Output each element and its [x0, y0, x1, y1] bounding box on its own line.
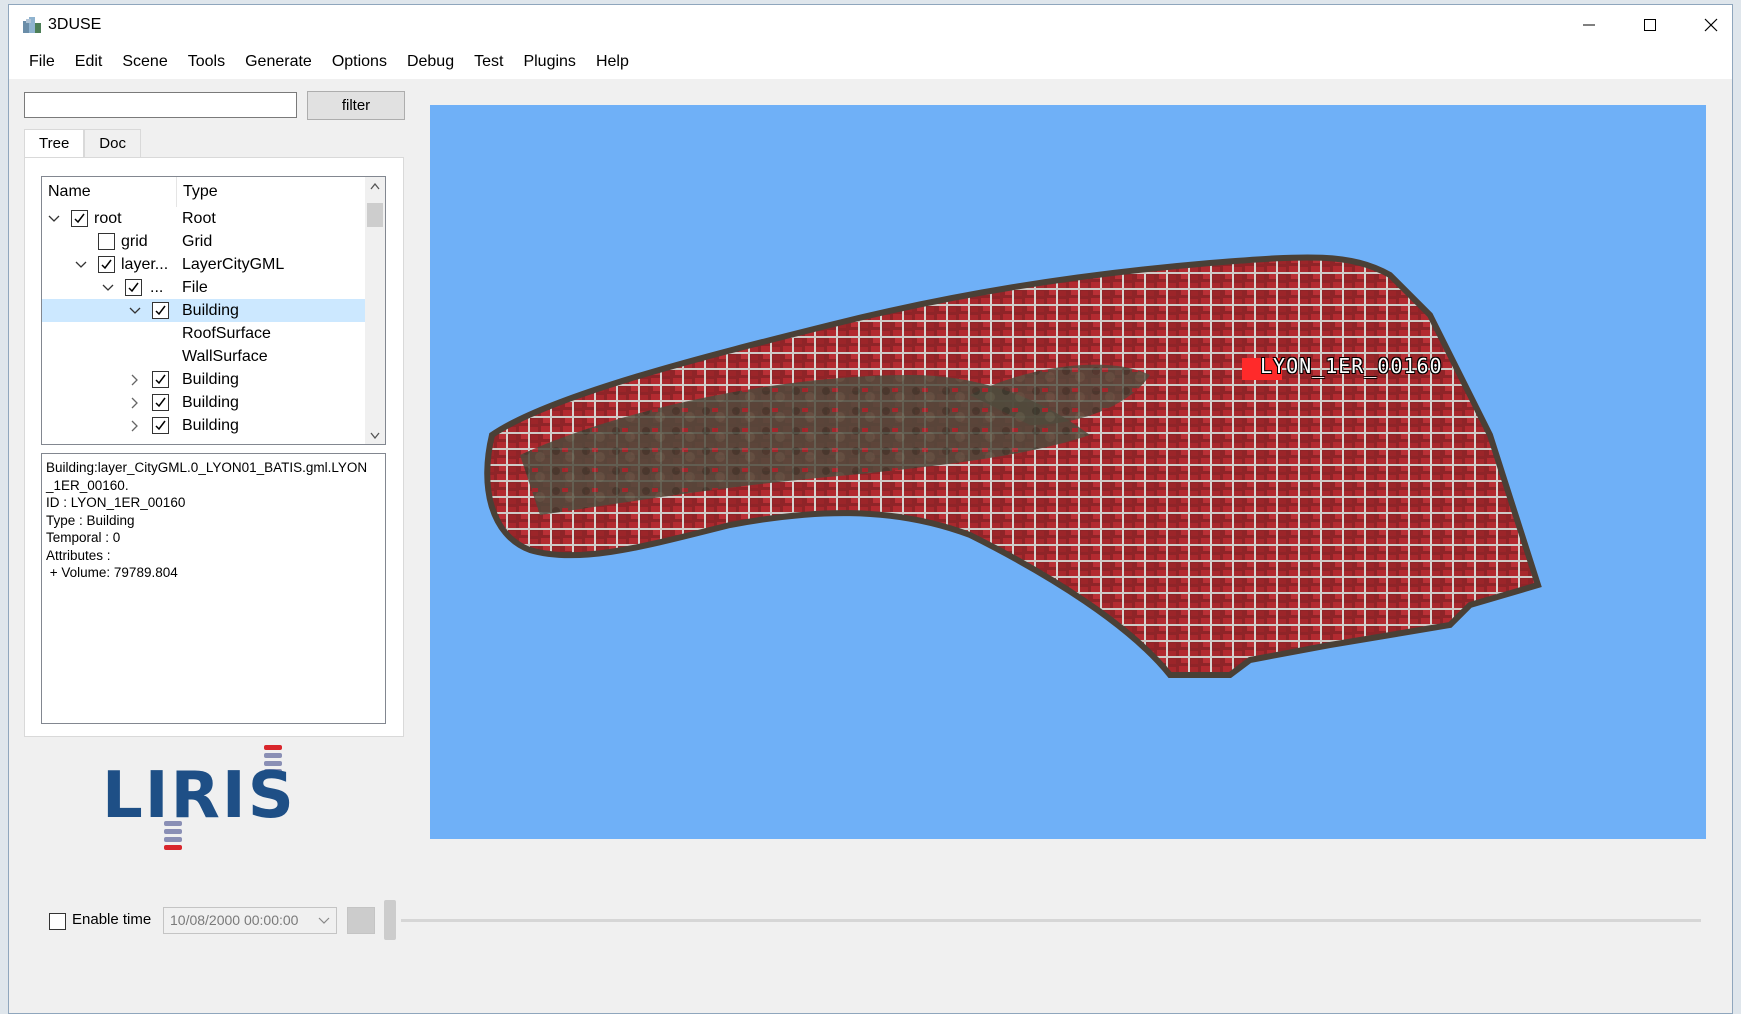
- chevron-right-icon[interactable]: [128, 391, 142, 414]
- info-line: Attributes :: [46, 547, 111, 563]
- maximize-icon: [1644, 19, 1656, 31]
- logo-text: LIRIS: [102, 759, 296, 833]
- time-play-button[interactable]: [347, 907, 375, 934]
- tree-scrollbar[interactable]: [365, 177, 385, 444]
- tree-row-type: WallSurface: [182, 348, 268, 365]
- checkbox-building[interactable]: [152, 417, 169, 434]
- enable-time-checkbox[interactable]: [49, 913, 66, 930]
- menu-help[interactable]: Help: [586, 47, 639, 77]
- close-icon: [1704, 18, 1718, 32]
- filter-input[interactable]: [24, 92, 297, 118]
- tab-doc[interactable]: Doc: [84, 129, 141, 157]
- tree-row-layer[interactable]: layer... LayerCityGML: [42, 253, 365, 276]
- scene-tree[interactable]: Name Type root Root grid Grid layer... L…: [41, 176, 386, 445]
- checkbox-file[interactable]: [125, 279, 142, 296]
- checkbox-layer[interactable]: [98, 256, 115, 273]
- tab-tree[interactable]: Tree: [24, 129, 85, 158]
- tree-row-wallsurface[interactable]: WallSurface: [42, 345, 365, 368]
- window-title: 3DUSE: [48, 16, 102, 33]
- tree-row-file[interactable]: ... File: [42, 276, 365, 299]
- scroll-thumb[interactable]: [367, 203, 383, 227]
- tab-bar: Tree Doc: [24, 129, 141, 158]
- tree-row-type: Building: [182, 371, 239, 388]
- menu-bar: File Edit Scene Tools Generate Options D…: [9, 45, 1732, 79]
- chevron-down-icon[interactable]: [101, 276, 115, 299]
- 3d-viewport[interactable]: LYON_1ER_00160: [430, 105, 1706, 839]
- checkbox-building[interactable]: [152, 302, 169, 319]
- chevron-down-icon[interactable]: [74, 253, 88, 276]
- time-slider-track[interactable]: [401, 919, 1701, 922]
- menu-generate[interactable]: Generate: [235, 47, 322, 77]
- filter-button[interactable]: filter: [307, 91, 405, 120]
- city-model-render: [484, 254, 1542, 678]
- tree-rows: root Root grid Grid layer... LayerCityGM…: [42, 207, 365, 437]
- tree-row-type: RoofSurface: [182, 325, 271, 342]
- tree-row-building[interactable]: Building: [42, 368, 365, 391]
- checkbox-grid[interactable]: [98, 233, 115, 250]
- column-header-type[interactable]: Type: [177, 177, 365, 207]
- time-bar: Enable time 10/08/2000 00:00:00: [9, 900, 1734, 940]
- info-line: Building:layer_CityGML.0_LYON01_BATIS.gm…: [46, 460, 368, 475]
- tree-row-name: root: [94, 210, 122, 227]
- column-header-name[interactable]: Name: [42, 177, 177, 207]
- info-line: Type : Building: [46, 512, 135, 528]
- menu-tools[interactable]: Tools: [178, 47, 235, 77]
- minimize-icon: [1583, 24, 1595, 26]
- info-panel[interactable]: Building:layer_CityGML.0_LYON01_BATIS.gm…: [41, 453, 386, 724]
- chevron-down-icon[interactable]: [128, 299, 142, 322]
- menu-plugins[interactable]: Plugins: [513, 47, 585, 77]
- menu-test[interactable]: Test: [464, 47, 513, 77]
- menu-debug[interactable]: Debug: [397, 47, 464, 77]
- minimize-button[interactable]: [1559, 5, 1619, 45]
- chevron-right-icon[interactable]: [128, 368, 142, 391]
- selected-building-label: LYON_1ER_00160: [1260, 354, 1443, 378]
- checkbox-building[interactable]: [152, 371, 169, 388]
- tree-row-grid[interactable]: grid Grid: [42, 230, 365, 253]
- chevron-down-icon[interactable]: [47, 207, 61, 230]
- tree-row-type: LayerCityGML: [182, 256, 285, 273]
- tree-row-name: ...: [150, 279, 164, 296]
- menu-edit[interactable]: Edit: [65, 47, 113, 77]
- chevron-down-icon[interactable]: [318, 908, 330, 941]
- enable-time-label[interactable]: Enable time: [72, 911, 151, 928]
- info-line: Temporal : 0: [46, 530, 121, 545]
- tree-row-name: grid: [121, 233, 148, 250]
- tree-header: Name Type: [42, 177, 365, 207]
- menu-file[interactable]: File: [19, 47, 65, 77]
- tree-row-building[interactable]: Building: [42, 391, 365, 414]
- maximize-button[interactable]: [1620, 5, 1680, 45]
- info-line: _1ER_00160.: [46, 477, 129, 493]
- date-time-value: 10/08/2000 00:00:00: [170, 912, 299, 928]
- title-bar: 3DUSE: [9, 5, 1732, 45]
- checkbox-building[interactable]: [152, 394, 169, 411]
- tree-row-type: File: [182, 279, 208, 296]
- checkbox-root[interactable]: [71, 210, 88, 227]
- app-logo-icon: [21, 15, 43, 35]
- tree-row-type: Building: [182, 302, 239, 319]
- tree-row-type: Grid: [182, 233, 213, 250]
- scroll-up-arrow-icon[interactable]: [365, 177, 385, 195]
- tree-row-building-selected[interactable]: Building: [42, 299, 365, 322]
- menu-options[interactable]: Options: [322, 47, 397, 77]
- tree-row-name: layer...: [121, 256, 169, 273]
- tree-row-roofsurface[interactable]: RoofSurface: [42, 322, 365, 345]
- liris-logo: LIRIS: [94, 743, 354, 863]
- tree-row-building[interactable]: Building: [42, 414, 365, 437]
- tree-row-type: Building: [182, 394, 239, 411]
- info-line: ID : LYON_1ER_00160: [46, 495, 186, 510]
- close-button[interactable]: [1681, 5, 1741, 45]
- time-slider-handle[interactable]: [384, 900, 396, 940]
- tree-row-type: Building: [182, 417, 239, 434]
- menu-scene[interactable]: Scene: [112, 47, 177, 77]
- tree-tab-pane: Name Type root Root grid Grid layer... L…: [24, 157, 404, 737]
- tree-row-type: Root: [182, 210, 216, 227]
- date-time-picker[interactable]: 10/08/2000 00:00:00: [163, 907, 337, 934]
- scroll-down-arrow-icon[interactable]: [365, 426, 385, 444]
- info-line: + Volume: 79789.804: [46, 565, 178, 580]
- tree-row-root[interactable]: root Root: [42, 207, 365, 230]
- app-window: 3DUSE File Edit Scene Tools Generate Opt…: [8, 4, 1733, 1014]
- chevron-right-icon[interactable]: [128, 414, 142, 437]
